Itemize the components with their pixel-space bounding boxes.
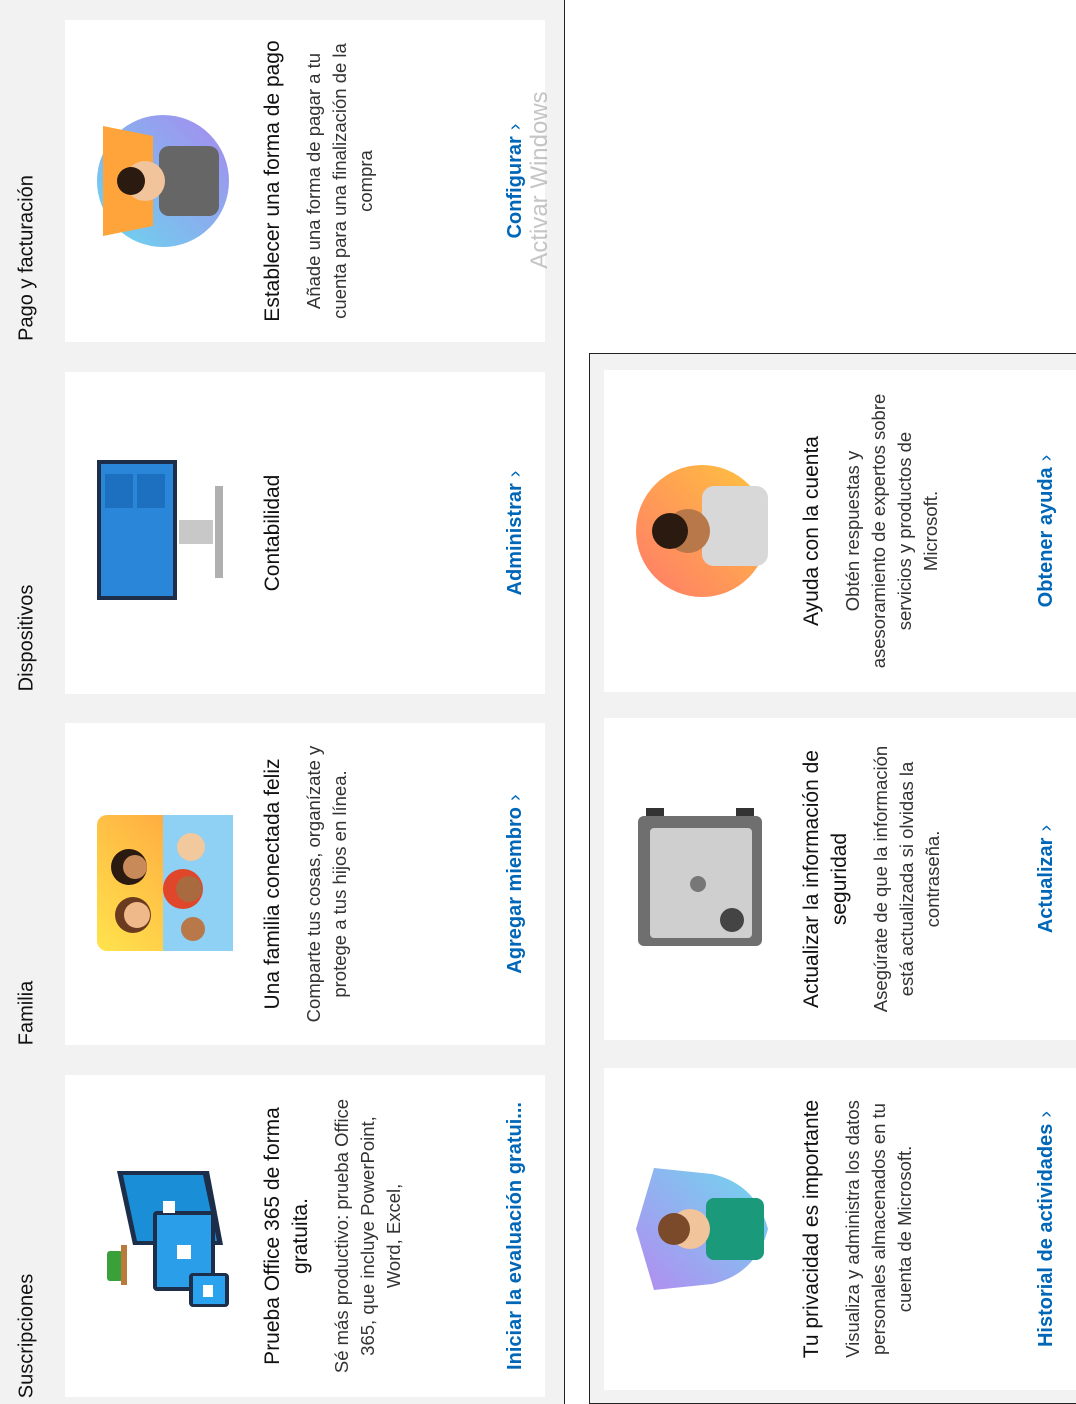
add-member-link[interactable]: Agregar miembro›: [504, 794, 527, 973]
family-illustration: [93, 809, 233, 959]
section-title-suscripciones: Suscripciones: [15, 1273, 38, 1399]
card-devices: Contabilidad Administrar›: [65, 372, 545, 694]
configure-payment-link[interactable]: Configurar›: [504, 124, 527, 239]
windows-activation-watermark: Activar Windows: [526, 91, 553, 269]
card-payment: Establecer una forma de pago Añade una f…: [65, 20, 545, 342]
safe-illustration: [632, 804, 772, 954]
get-help-link[interactable]: Obtener ayuda›: [1035, 455, 1058, 608]
office-devices-illustration: [93, 1161, 233, 1311]
card-privacy-title: Tu privacidad es importante: [800, 1099, 823, 1359]
section-title-dispositivos: Dispositivos: [15, 584, 38, 692]
card-office-trial: Prueba Office 365 de forma gratuita. Sé …: [65, 1075, 545, 1397]
manage-devices-link[interactable]: Administrar›: [504, 471, 527, 596]
help-illustration: [632, 456, 772, 606]
section-title-pago: Pago y facturación: [15, 175, 38, 341]
card-help-title: Ayuda con la cuenta: [800, 436, 823, 626]
update-security-link[interactable]: Actualizar›: [1035, 825, 1058, 933]
card-security-title: Actualizar la información de seguridad: [800, 750, 851, 1008]
activity-history-link[interactable]: Historial de actividades›: [1035, 1111, 1058, 1347]
card-security-description: Asegúrate de que la información está act…: [870, 745, 943, 1013]
card-office-title: Prueba Office 365 de forma gratuita.: [261, 1107, 312, 1365]
privacy-illustration: [632, 1154, 772, 1304]
card-family-description: Comparte tus cosas, organízate y protege…: [303, 745, 350, 1023]
card-help: Ayuda con la cuenta Obtén respuestas y a…: [604, 370, 1076, 692]
card-privacy-description: Visualiza y administra los datos persona…: [842, 1100, 915, 1358]
card-help-description: Obtén respuestas y asesoramiento de expe…: [842, 393, 941, 669]
card-family-title: Una familia conectada feliz: [261, 758, 284, 1010]
card-security: Actualizar la información de seguridad A…: [604, 718, 1076, 1040]
section-title-familia: Familia: [15, 980, 38, 1046]
payment-illustration: [93, 106, 233, 256]
card-family: Una familia conectada feliz Comparte tus…: [65, 723, 545, 1045]
card-devices-title: Contabilidad: [261, 474, 284, 592]
card-payment-title: Establecer una forma de pago: [261, 40, 284, 322]
card-office-description: Sé más productivo: prueba Office 365, qu…: [331, 1098, 404, 1374]
card-payment-description: Añade una forma de pagar a tu cuenta par…: [303, 43, 376, 319]
start-trial-link[interactable]: Iniciar la evaluación gratui...: [504, 1102, 527, 1370]
monitor-illustration: [93, 458, 233, 608]
card-privacy: Tu privacidad es importante Visualiza y …: [604, 1068, 1076, 1390]
